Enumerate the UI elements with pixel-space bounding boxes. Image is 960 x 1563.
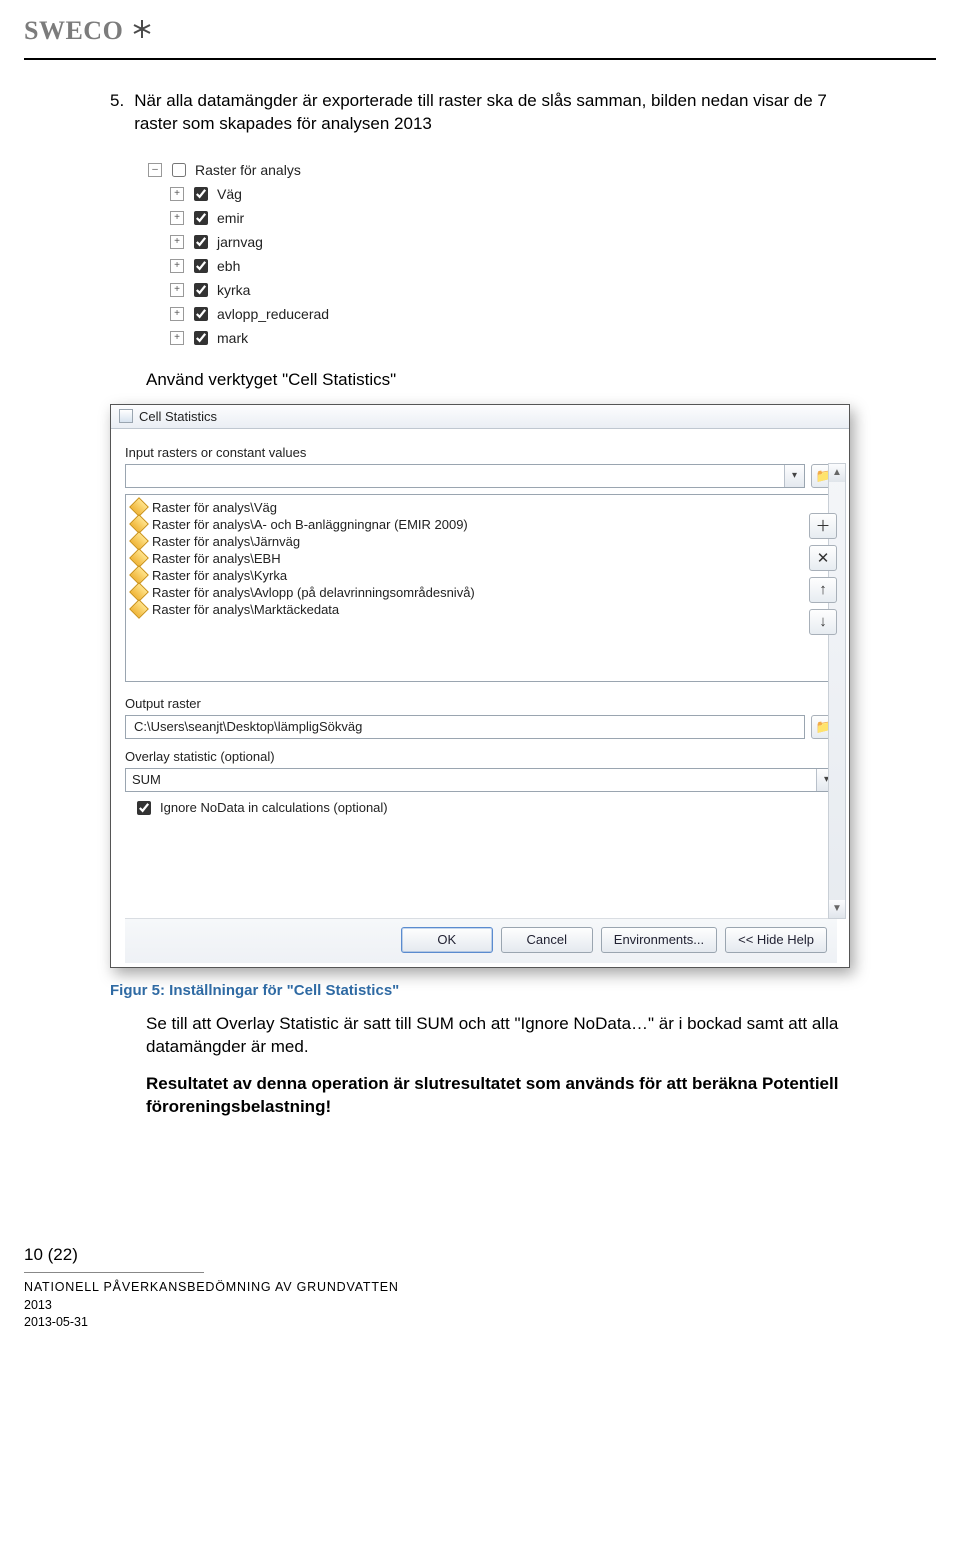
footer-title: NATIONELL PÅVERKANSBEDÖMNING AV GRUNDVAT… [24, 1279, 936, 1297]
layer-checkbox[interactable] [194, 259, 208, 273]
group-label: Raster för analys [195, 162, 301, 178]
layer-checkbox[interactable] [194, 211, 208, 225]
plus-icon: ＋ [815, 515, 830, 536]
figure-caption: Figur 5: Inställningar för "Cell Statist… [110, 982, 850, 999]
paragraph-1: Se till att Overlay Statistic är satt ti… [146, 1013, 850, 1059]
dialog-title: Cell Statistics [139, 409, 217, 424]
scroll-up-icon[interactable]: ▲ [829, 464, 845, 482]
hide-help-button[interactable]: << Hide Help [725, 927, 827, 953]
group-checkbox[interactable] [172, 163, 186, 177]
layer-row: + ebh [170, 254, 850, 278]
layer-row: + emir [170, 206, 850, 230]
overlay-stat-combo[interactable]: SUM ▾ [125, 768, 837, 792]
remove-button[interactable]: ✕ [809, 545, 837, 571]
footer-date: 2013-05-31 [24, 1314, 936, 1332]
input-rasters-label: Input rasters or constant values [125, 445, 837, 460]
move-down-button[interactable]: ↓ [809, 609, 837, 635]
move-up-button[interactable]: ↑ [809, 577, 837, 603]
layer-checkbox[interactable] [194, 235, 208, 249]
raster-icon [129, 599, 149, 619]
ignore-nodata-label: Ignore NoData in calculations (optional) [160, 800, 388, 815]
list-item: Raster för analys\A- och B-anläggningnar… [132, 516, 830, 533]
ignore-nodata-checkbox[interactable] [137, 801, 151, 815]
expand-icon[interactable]: + [170, 259, 184, 273]
layer-row: + mark [170, 326, 850, 350]
paragraph-2: Resultatet av denna operation är slutres… [146, 1073, 850, 1119]
layer-label: kyrka [217, 282, 250, 298]
list-side-buttons: ＋ ✕ ↑ ↓ [809, 513, 837, 635]
overlay-stat-label: Overlay statistic (optional) [125, 749, 837, 764]
layer-label: ebh [217, 258, 240, 274]
chevron-down-icon[interactable]: ▾ [784, 465, 804, 487]
page-number: 10 (22) [24, 1243, 936, 1267]
expand-icon[interactable]: + [170, 331, 184, 345]
footer-year: 2013 [24, 1297, 936, 1315]
list-item: Raster för analys\Väg [132, 499, 830, 516]
expand-icon[interactable]: + [170, 283, 184, 297]
expand-icon[interactable]: + [170, 187, 184, 201]
toc-layers-panel: – Raster för analys +Väg +emir +jarnvag … [148, 158, 850, 350]
list-item: Raster för analys\Avlopp (på delavrinnin… [132, 584, 830, 601]
list-item: Raster för analys\Kyrka [132, 567, 830, 584]
layer-row: + avlopp_reducerad [170, 302, 850, 326]
tool-icon [119, 409, 133, 423]
environments-button[interactable]: Environments... [601, 927, 717, 953]
cancel-button[interactable]: Cancel [501, 927, 593, 953]
layer-label: Väg [217, 186, 242, 202]
step-5-text: 5. När alla datamängder är exporterade t… [110, 90, 850, 136]
list-item: Raster för analys\Järnväg [132, 533, 830, 550]
use-tool-text: Använd verktyget "Cell Statistics" [146, 370, 850, 390]
input-rasters-list[interactable]: Raster för analys\Väg Raster för analys\… [125, 494, 837, 682]
add-button[interactable]: ＋ [809, 513, 837, 539]
scroll-down-icon[interactable]: ▼ [829, 900, 845, 918]
layer-checkbox[interactable] [194, 187, 208, 201]
output-raster-field[interactable]: C:\Users\seanjt\Desktop\lämpligSökväg [125, 715, 805, 739]
input-rasters-combo[interactable]: ▾ [125, 464, 805, 488]
step-number: 5. [110, 90, 124, 136]
output-raster-label: Output raster [125, 696, 837, 711]
dialog-titlebar[interactable]: Cell Statistics [111, 405, 849, 429]
layer-row: + kyrka [170, 278, 850, 302]
layer-checkbox[interactable] [194, 283, 208, 297]
layer-row: + Väg [170, 182, 850, 206]
list-item: Raster för analys\EBH [132, 550, 830, 567]
page-footer: 10 (22) NATIONELL PÅVERKANSBEDÖMNING AV … [0, 1153, 960, 1356]
cell-statistics-dialog: Cell Statistics ▲ ▼ Input rasters or con… [110, 404, 850, 968]
layer-label: mark [217, 330, 248, 346]
page-header: SWECO [0, 0, 960, 52]
layer-label: avlopp_reducerad [217, 306, 329, 322]
arrow-down-icon: ↓ [819, 613, 827, 630]
brand-word: SWECO [24, 16, 123, 46]
list-item: Raster för analys\Marktäckedata [132, 601, 830, 618]
collapse-icon[interactable]: – [148, 163, 162, 177]
layer-row: + jarnvag [170, 230, 850, 254]
layer-checkbox[interactable] [194, 307, 208, 321]
expand-icon[interactable]: + [170, 307, 184, 321]
ok-button[interactable]: OK [401, 927, 493, 953]
step-body: När alla datamängder är exporterade till… [134, 90, 850, 136]
overlay-stat-value: SUM [126, 769, 816, 791]
expand-icon[interactable]: + [170, 235, 184, 249]
layer-label: jarnvag [217, 234, 263, 250]
x-icon: ✕ [817, 549, 830, 567]
brand-icon [131, 18, 153, 45]
arrow-up-icon: ↑ [819, 581, 827, 598]
layer-checkbox[interactable] [194, 331, 208, 345]
expand-icon[interactable]: + [170, 211, 184, 225]
layer-label: emir [217, 210, 244, 226]
